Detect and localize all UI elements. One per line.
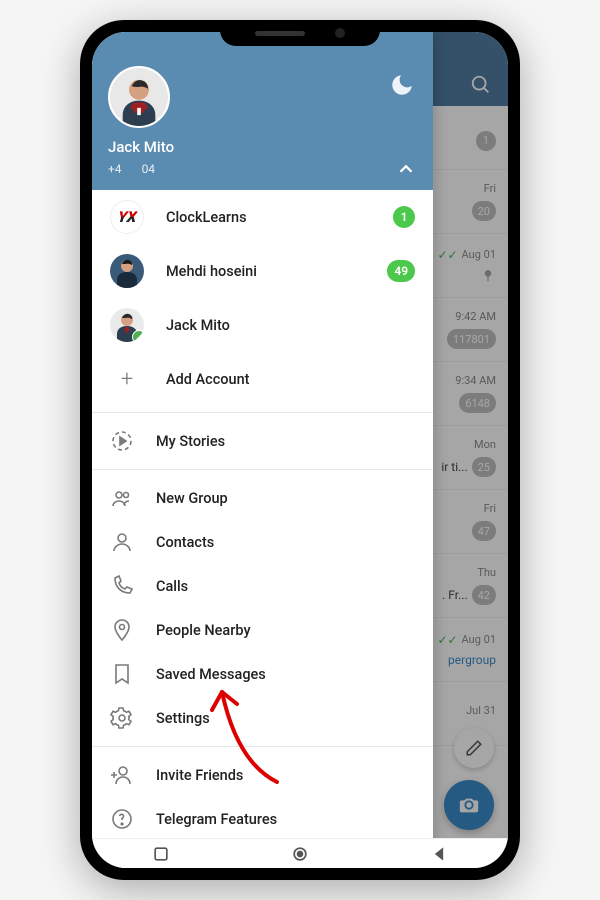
android-nav-bar xyxy=(92,838,508,868)
phone-notch xyxy=(220,20,380,46)
navigation-drawer: Jack Mito +4 04 YX xyxy=(92,32,433,868)
menu-label: Invite Friends xyxy=(156,767,415,784)
night-mode-icon[interactable] xyxy=(389,72,415,98)
nav-home-icon[interactable] xyxy=(290,844,310,864)
phone-frame: 1Fri20✓✓Aug 019:42 AM1178019:34 AM6148Mo… xyxy=(80,20,520,880)
add-account-label: Add Account xyxy=(166,371,415,388)
verified-icon: ✓ xyxy=(132,330,144,342)
menu-new-group[interactable]: New Group xyxy=(92,476,433,520)
account-avatar: ✓ xyxy=(110,308,144,342)
menu-label: Calls xyxy=(156,578,415,595)
menu-telegram-features[interactable]: Telegram Features xyxy=(92,797,433,841)
chevron-up-icon[interactable] xyxy=(395,158,417,180)
logo-icon: YX xyxy=(116,208,137,226)
account-avatar xyxy=(110,254,144,288)
menu-my-stories[interactable]: My Stories xyxy=(92,419,433,463)
phone-screen: 1Fri20✓✓Aug 019:42 AM1178019:34 AM6148Mo… xyxy=(92,32,508,868)
contacts-icon xyxy=(110,530,134,554)
account-label: Mehdi hoseini xyxy=(166,263,365,280)
divider xyxy=(92,469,433,470)
account-label: ClockLearns xyxy=(166,209,371,226)
menu-label: Telegram Features xyxy=(156,811,415,828)
menu-label: New Group xyxy=(156,490,415,507)
invite-icon xyxy=(110,763,134,787)
account-label: Jack Mito xyxy=(166,317,415,334)
menu-settings[interactable]: Settings xyxy=(92,696,433,740)
group-icon xyxy=(110,486,134,510)
account-avatar: YX xyxy=(110,200,144,234)
unread-badge: 49 xyxy=(387,260,415,282)
profile-avatar[interactable] xyxy=(108,66,170,128)
add-account-button[interactable]: + Add Account xyxy=(92,352,433,406)
bookmark-icon xyxy=(110,662,134,686)
menu-label: Contacts xyxy=(156,534,415,551)
plus-icon: + xyxy=(110,362,144,396)
account-item-clocklearns[interactable]: YX ClockLearns 1 xyxy=(92,190,433,244)
menu-people-nearby[interactable]: People Nearby xyxy=(92,608,433,652)
settings-icon xyxy=(110,706,134,730)
account-item-mehdi[interactable]: Mehdi hoseini 49 xyxy=(92,244,433,298)
account-item-jack[interactable]: ✓ Jack Mito xyxy=(92,298,433,352)
drawer-header: Jack Mito +4 04 xyxy=(92,32,433,190)
profile-phone: +4 04 xyxy=(108,162,155,176)
nearby-icon xyxy=(110,618,134,642)
menu-label: People Nearby xyxy=(156,622,415,639)
help-icon xyxy=(110,807,134,831)
menu-saved-messages[interactable]: Saved Messages xyxy=(92,652,433,696)
menu-invite-friends[interactable]: Invite Friends xyxy=(92,753,433,797)
calls-icon xyxy=(110,574,134,598)
nav-back-icon[interactable] xyxy=(429,844,449,864)
menu-label: Saved Messages xyxy=(156,666,415,683)
stories-icon xyxy=(110,429,134,453)
menu-label: Settings xyxy=(156,710,415,727)
profile-name: Jack Mito xyxy=(108,138,417,156)
menu-contacts[interactable]: Contacts xyxy=(92,520,433,564)
divider xyxy=(92,746,433,747)
unread-badge: 1 xyxy=(393,206,415,228)
account-list: YX ClockLearns 1 Mehdi hoseini 49 xyxy=(92,190,433,406)
menu-label: My Stories xyxy=(156,433,415,450)
menu-calls[interactable]: Calls xyxy=(92,564,433,608)
divider xyxy=(92,412,433,413)
nav-recent-icon[interactable] xyxy=(151,844,171,864)
